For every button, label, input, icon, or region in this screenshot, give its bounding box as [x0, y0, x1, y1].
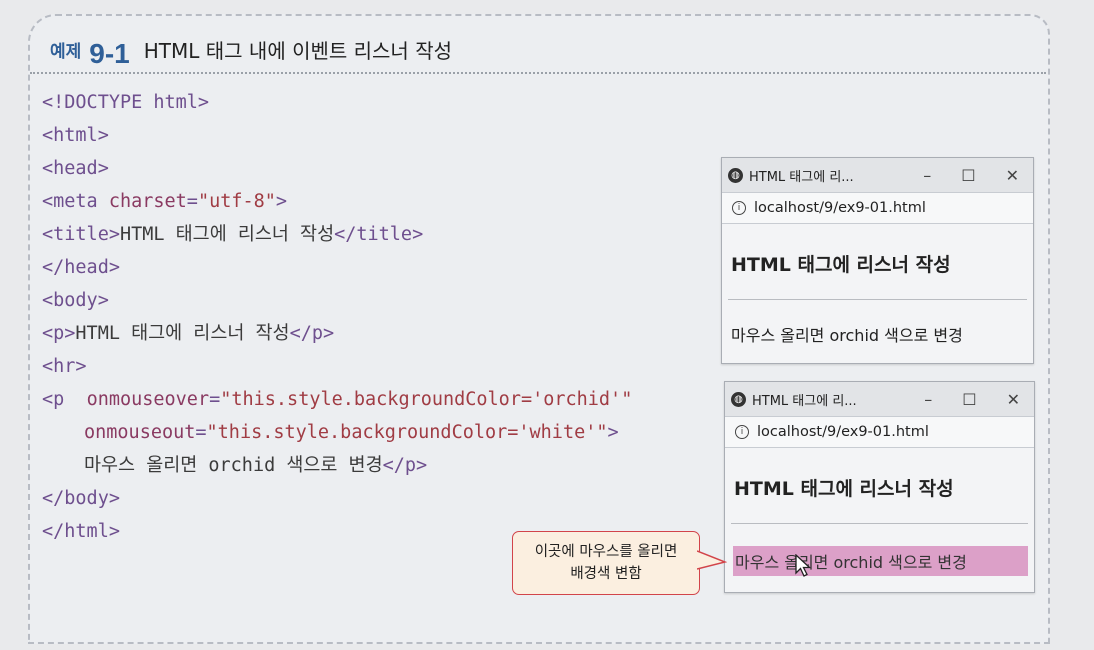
- callout-line-2: 배경색 변함: [570, 566, 642, 582]
- mouse-cursor-icon: [795, 554, 812, 577]
- code-token: "utf-8": [197, 191, 276, 212]
- code-token: =: [186, 191, 198, 212]
- code-token: </head>: [42, 257, 120, 278]
- code-line: <title>HTML 태그에 리스너 작성</title>: [42, 218, 632, 251]
- code-token: </title>: [334, 224, 424, 245]
- hovered-paragraph-text: 마우스 올리면 orchid 색으로 변경: [735, 553, 967, 572]
- heading-divider: [30, 72, 1046, 74]
- code-token: HTML 태그에 리스너 작성: [75, 323, 290, 344]
- code-token: <p: [42, 389, 87, 410]
- code-token: <!DOCTYPE html>: [42, 92, 210, 113]
- code-token: onmouseover: [86, 389, 210, 410]
- code-line: </head>: [42, 251, 632, 284]
- address-bar[interactable]: i localhost/9/ex9-01.html: [725, 416, 1034, 448]
- example-title: HTML 태그 내에 이벤트 리스너 작성: [143, 39, 452, 63]
- page-heading: HTML 태그에 리스너 작성: [731, 254, 951, 276]
- page-heading: HTML 태그에 리스너 작성: [734, 478, 954, 500]
- address-text: localhost/9/ex9-01.html: [757, 424, 929, 440]
- example-label: 예제: [50, 42, 82, 62]
- code-token: <head>: [42, 158, 109, 179]
- callout-line-1: 이곳에 마우스를 올리면: [534, 544, 678, 560]
- code-line: onmouseout="this.style.backgroundColor='…: [42, 416, 632, 449]
- code-line: <meta charset="utf-8">: [42, 185, 632, 218]
- code-line: <head>: [42, 152, 632, 185]
- maximize-button[interactable]: ☐: [962, 390, 976, 409]
- code-token: "this.style.backgroundColor='white'": [206, 422, 608, 443]
- code-token: </body>: [42, 488, 120, 509]
- code-line: <p onmouseover="this.style.backgroundCol…: [42, 383, 632, 416]
- maximize-button[interactable]: ☐: [961, 166, 975, 185]
- address-bar[interactable]: i localhost/9/ex9-01.html: [722, 192, 1033, 224]
- tab-title: HTML 태그에 리...: [752, 393, 857, 409]
- code-line: <html>: [42, 119, 632, 152]
- close-button[interactable]: ✕: [1007, 390, 1020, 409]
- example-heading: 예제 9-1 HTML 태그 내에 이벤트 리스너 작성: [50, 28, 452, 68]
- browser-window-before: ◍ HTML 태그에 리... – ☐ ✕ i localhost/9/ex9-…: [721, 157, 1034, 364]
- code-token: >: [607, 422, 619, 443]
- tab-title: HTML 태그에 리...: [749, 169, 854, 185]
- code-token: =: [209, 389, 221, 410]
- window-titlebar: ◍ HTML 태그에 리... – ☐ ✕: [725, 382, 1034, 416]
- callout-pointer: [697, 550, 727, 570]
- code-token: =: [195, 422, 207, 443]
- minimize-button[interactable]: –: [924, 390, 932, 409]
- code-token: </p>: [289, 323, 335, 344]
- code-token: </p>: [382, 455, 428, 476]
- address-text: localhost/9/ex9-01.html: [754, 200, 926, 216]
- window-titlebar: ◍ HTML 태그에 리... – ☐ ✕: [722, 158, 1033, 192]
- code-token: <html>: [42, 125, 109, 146]
- callout-box: 이곳에 마우스를 올리면 배경색 변함: [512, 531, 700, 595]
- code-listing: <!DOCTYPE html> <html> <head> <meta charset…: [42, 86, 632, 548]
- code-token: <meta: [42, 191, 109, 212]
- code-line: <hr>: [42, 350, 632, 383]
- hovered-paragraph[interactable]: 마우스 올리면 orchid 색으로 변경: [733, 546, 1028, 577]
- example-number: 9-1: [89, 38, 130, 69]
- page-divider: [731, 523, 1028, 524]
- globe-icon: ◍: [731, 391, 746, 407]
- code-token: charset: [108, 191, 187, 212]
- code-line: </body>: [42, 482, 632, 515]
- code-token: >: [275, 191, 288, 212]
- page-paragraph[interactable]: 마우스 올리면 orchid 색으로 변경: [722, 300, 1033, 346]
- code-line: <body>: [42, 284, 632, 317]
- code-token: <title>: [42, 224, 120, 245]
- close-button[interactable]: ✕: [1006, 166, 1019, 185]
- code-token: <body>: [42, 290, 109, 311]
- browser-window-after: ◍ HTML 태그에 리... – ☐ ✕ i localhost/9/ex9-…: [724, 381, 1035, 593]
- globe-icon: ◍: [728, 167, 743, 183]
- code-token: onmouseout: [84, 422, 196, 443]
- minimize-button[interactable]: –: [923, 166, 931, 185]
- code-line: 마우스 올리면 orchid 색으로 변경</p>: [42, 449, 632, 482]
- info-icon: i: [735, 425, 749, 439]
- code-line: <p>HTML 태그에 리스너 작성</p>: [42, 317, 632, 350]
- info-icon: i: [732, 201, 746, 215]
- code-token: 마우스 올리면 orchid 색으로 변경: [84, 455, 383, 476]
- code-token: "this.style.backgroundColor='orchid'": [220, 389, 633, 410]
- code-token: <p>: [42, 323, 76, 344]
- code-token: </html>: [42, 521, 120, 542]
- code-token: <hr>: [42, 356, 87, 377]
- code-line: <!DOCTYPE html>: [42, 86, 632, 119]
- code-token: HTML 태그에 리스너 작성: [119, 224, 335, 245]
